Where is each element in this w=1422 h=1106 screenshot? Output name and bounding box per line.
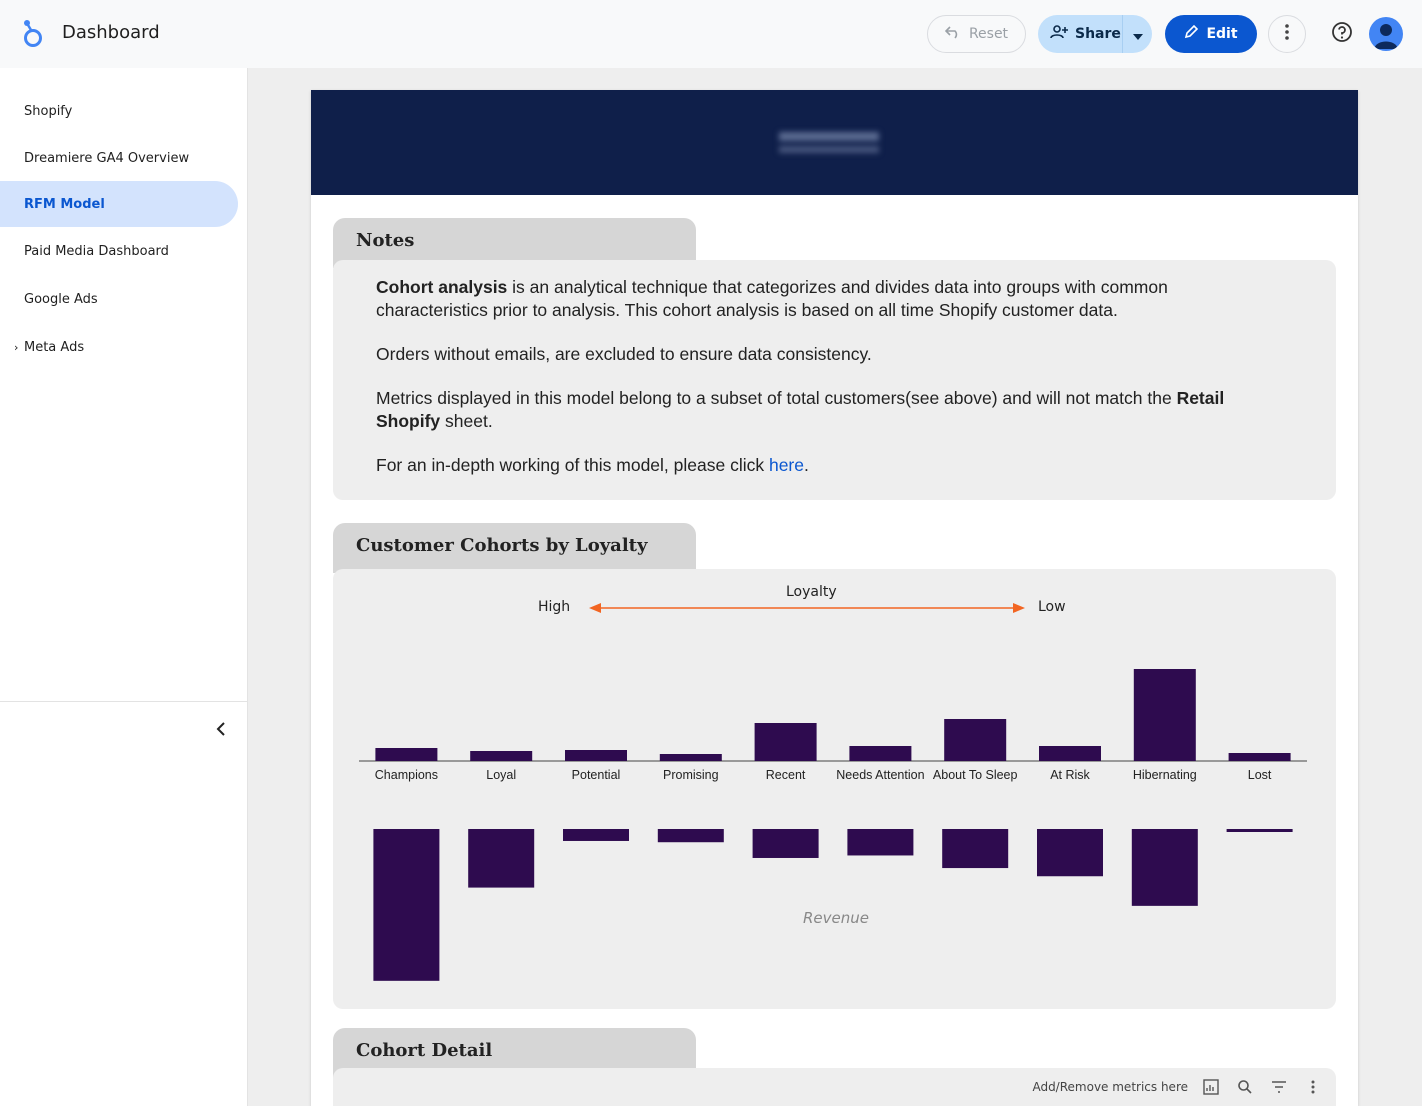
share-dropdown-button[interactable]	[1123, 15, 1152, 53]
cohort-detail-panel: Add/Remove metrics here	[333, 1068, 1336, 1106]
notes-text: sheet.	[440, 411, 493, 431]
edit-label: Edit	[1206, 26, 1238, 42]
category-label: Needs Attention	[836, 768, 924, 782]
revenue-bar	[847, 829, 914, 856]
more-vert-icon[interactable]	[1302, 1076, 1324, 1098]
category-label: Potential	[572, 768, 621, 782]
reset-label: Reset	[968, 26, 1009, 42]
cohort-bar	[849, 746, 912, 761]
notes-title-text: Notes	[356, 230, 415, 251]
sidebar-item-google-ads[interactable]: Google Ads	[0, 276, 238, 322]
brand-logo	[731, 114, 891, 170]
metrics-hint: Add/Remove metrics here	[1032, 1080, 1188, 1094]
revenue-bar	[1226, 829, 1293, 832]
notes-text: Orders without emails, are excluded to e…	[376, 344, 872, 364]
revenue-bar	[1131, 829, 1198, 906]
arrow-right-head	[1013, 603, 1025, 613]
cohort-bar	[1039, 746, 1101, 761]
cohorts-title-text: Customer Cohorts by Loyalty	[356, 535, 648, 556]
sidebar-item-label: Shopify	[24, 103, 73, 119]
notes-paragraph: For an in-depth working of this model, p…	[376, 454, 1276, 477]
help-icon	[1331, 21, 1353, 47]
notes-paragraph: Metrics displayed in this model belong t…	[376, 387, 1276, 433]
revenue-label: Revenue	[803, 909, 869, 927]
share-button-group: Share	[1038, 15, 1152, 53]
sidebar-item-rfm-model[interactable]: RFM Model	[0, 181, 238, 227]
cohort-bar	[375, 748, 438, 761]
sidebar-item-label: Dreamiere GA4 Overview	[24, 150, 190, 166]
category-label: Champions	[375, 768, 438, 782]
cohort-bar	[754, 723, 817, 761]
more-options-button[interactable]	[1268, 15, 1306, 53]
app-title: Dashboard	[62, 22, 160, 43]
reset-button[interactable]: Reset	[927, 15, 1026, 53]
top-bar: Dashboard Reset Share Edit	[0, 0, 1422, 68]
category-label: About To Sleep	[933, 768, 1018, 782]
sidebar-item-label: RFM Model	[24, 196, 105, 212]
edit-button[interactable]: Edit	[1165, 15, 1257, 53]
category-label: At Risk	[1050, 768, 1090, 782]
sidebar-item-label: Meta Ads	[24, 339, 85, 355]
report-canvas: Notes Cohort analysis is an analytical t…	[311, 90, 1358, 1106]
cohort-bar	[470, 751, 533, 761]
cohort-bar	[944, 719, 1007, 761]
revenue-bar	[468, 829, 535, 888]
help-button[interactable]	[1328, 20, 1356, 48]
revenue-bar	[657, 829, 724, 843]
cohort-bar	[659, 754, 722, 761]
search-icon[interactable]	[1234, 1076, 1256, 1098]
undo-icon	[944, 25, 961, 43]
notes-bold-term: Cohort analysis	[376, 277, 508, 297]
account-avatar[interactable]	[1369, 17, 1403, 51]
chevron-right-icon[interactable]: ›	[14, 341, 18, 354]
table-toolbar: Add/Remove metrics here	[1032, 1076, 1324, 1098]
sidebar-item-meta-ads[interactable]: › Meta Ads	[0, 324, 238, 370]
category-label: Lost	[1248, 768, 1272, 782]
category-label: Promising	[663, 768, 719, 782]
cohort-bar-chart: Champions Loyal Potential Promising Recent Ne…	[359, 603, 1307, 981]
filter-icon[interactable]	[1268, 1076, 1290, 1098]
arrow-left-head	[589, 603, 601, 613]
sidebar-item-label: Google Ads	[24, 291, 98, 307]
revenue-bar	[752, 829, 819, 858]
sidebar-item-paid-media-dashboard[interactable]: Paid Media Dashboard	[0, 228, 238, 274]
sidebar-item-label: Paid Media Dashboard	[24, 243, 169, 259]
notes-text: .	[804, 455, 809, 475]
revenue-bar	[563, 829, 629, 841]
cohorts-section-title: Customer Cohorts by Loyalty	[333, 523, 696, 573]
notes-body: Cohort analysis is an analytical techniq…	[376, 276, 1276, 498]
revenue-bar	[1037, 829, 1103, 877]
cohorts-chart-panel: Loyalty High Low Champions Loyal Potential…	[333, 569, 1336, 1009]
category-label: Loyal	[486, 768, 516, 782]
cohort-bar	[1228, 753, 1291, 761]
here-link[interactable]: here	[769, 455, 804, 475]
cohort-detail-title-text: Cohort Detail	[356, 1040, 493, 1061]
notes-text: Metrics displayed in this model belong t…	[376, 388, 1177, 408]
caret-down-icon	[1132, 25, 1143, 44]
revenue-bar	[373, 829, 440, 981]
report-banner	[311, 90, 1358, 195]
collapse-sidebar-button[interactable]	[208, 718, 234, 744]
share-label: Share	[1075, 26, 1121, 42]
page-navigation-sidebar: Shopify Dreamiere GA4 Overview RFM Model…	[0, 68, 248, 1106]
looker-logo-icon	[20, 18, 46, 50]
cohort-bar	[565, 750, 627, 761]
revenue-bar	[942, 829, 1009, 869]
chart-settings-icon[interactable]	[1200, 1076, 1222, 1098]
notes-text: For an in-depth working of this model, p…	[376, 455, 769, 475]
cohort-bar	[1133, 669, 1196, 761]
share-button[interactable]: Share	[1038, 15, 1123, 53]
category-label: Recent	[766, 768, 806, 782]
notes-panel: Cohort analysis is an analytical techniq…	[333, 260, 1336, 500]
category-label: Hibernating	[1133, 768, 1197, 782]
notes-paragraph: Orders without emails, are excluded to e…	[376, 343, 1276, 366]
sidebar-item-dreamiere-ga4-overview[interactable]: Dreamiere GA4 Overview	[0, 135, 238, 181]
sidebar-item-shopify[interactable]: Shopify	[0, 88, 238, 134]
person-add-icon	[1050, 25, 1068, 43]
sidebar-divider	[0, 701, 247, 702]
more-vert-icon	[1285, 24, 1289, 44]
chevron-left-icon	[216, 721, 226, 741]
notes-paragraph: Cohort analysis is an analytical techniq…	[376, 276, 1276, 322]
pencil-icon	[1184, 24, 1199, 43]
